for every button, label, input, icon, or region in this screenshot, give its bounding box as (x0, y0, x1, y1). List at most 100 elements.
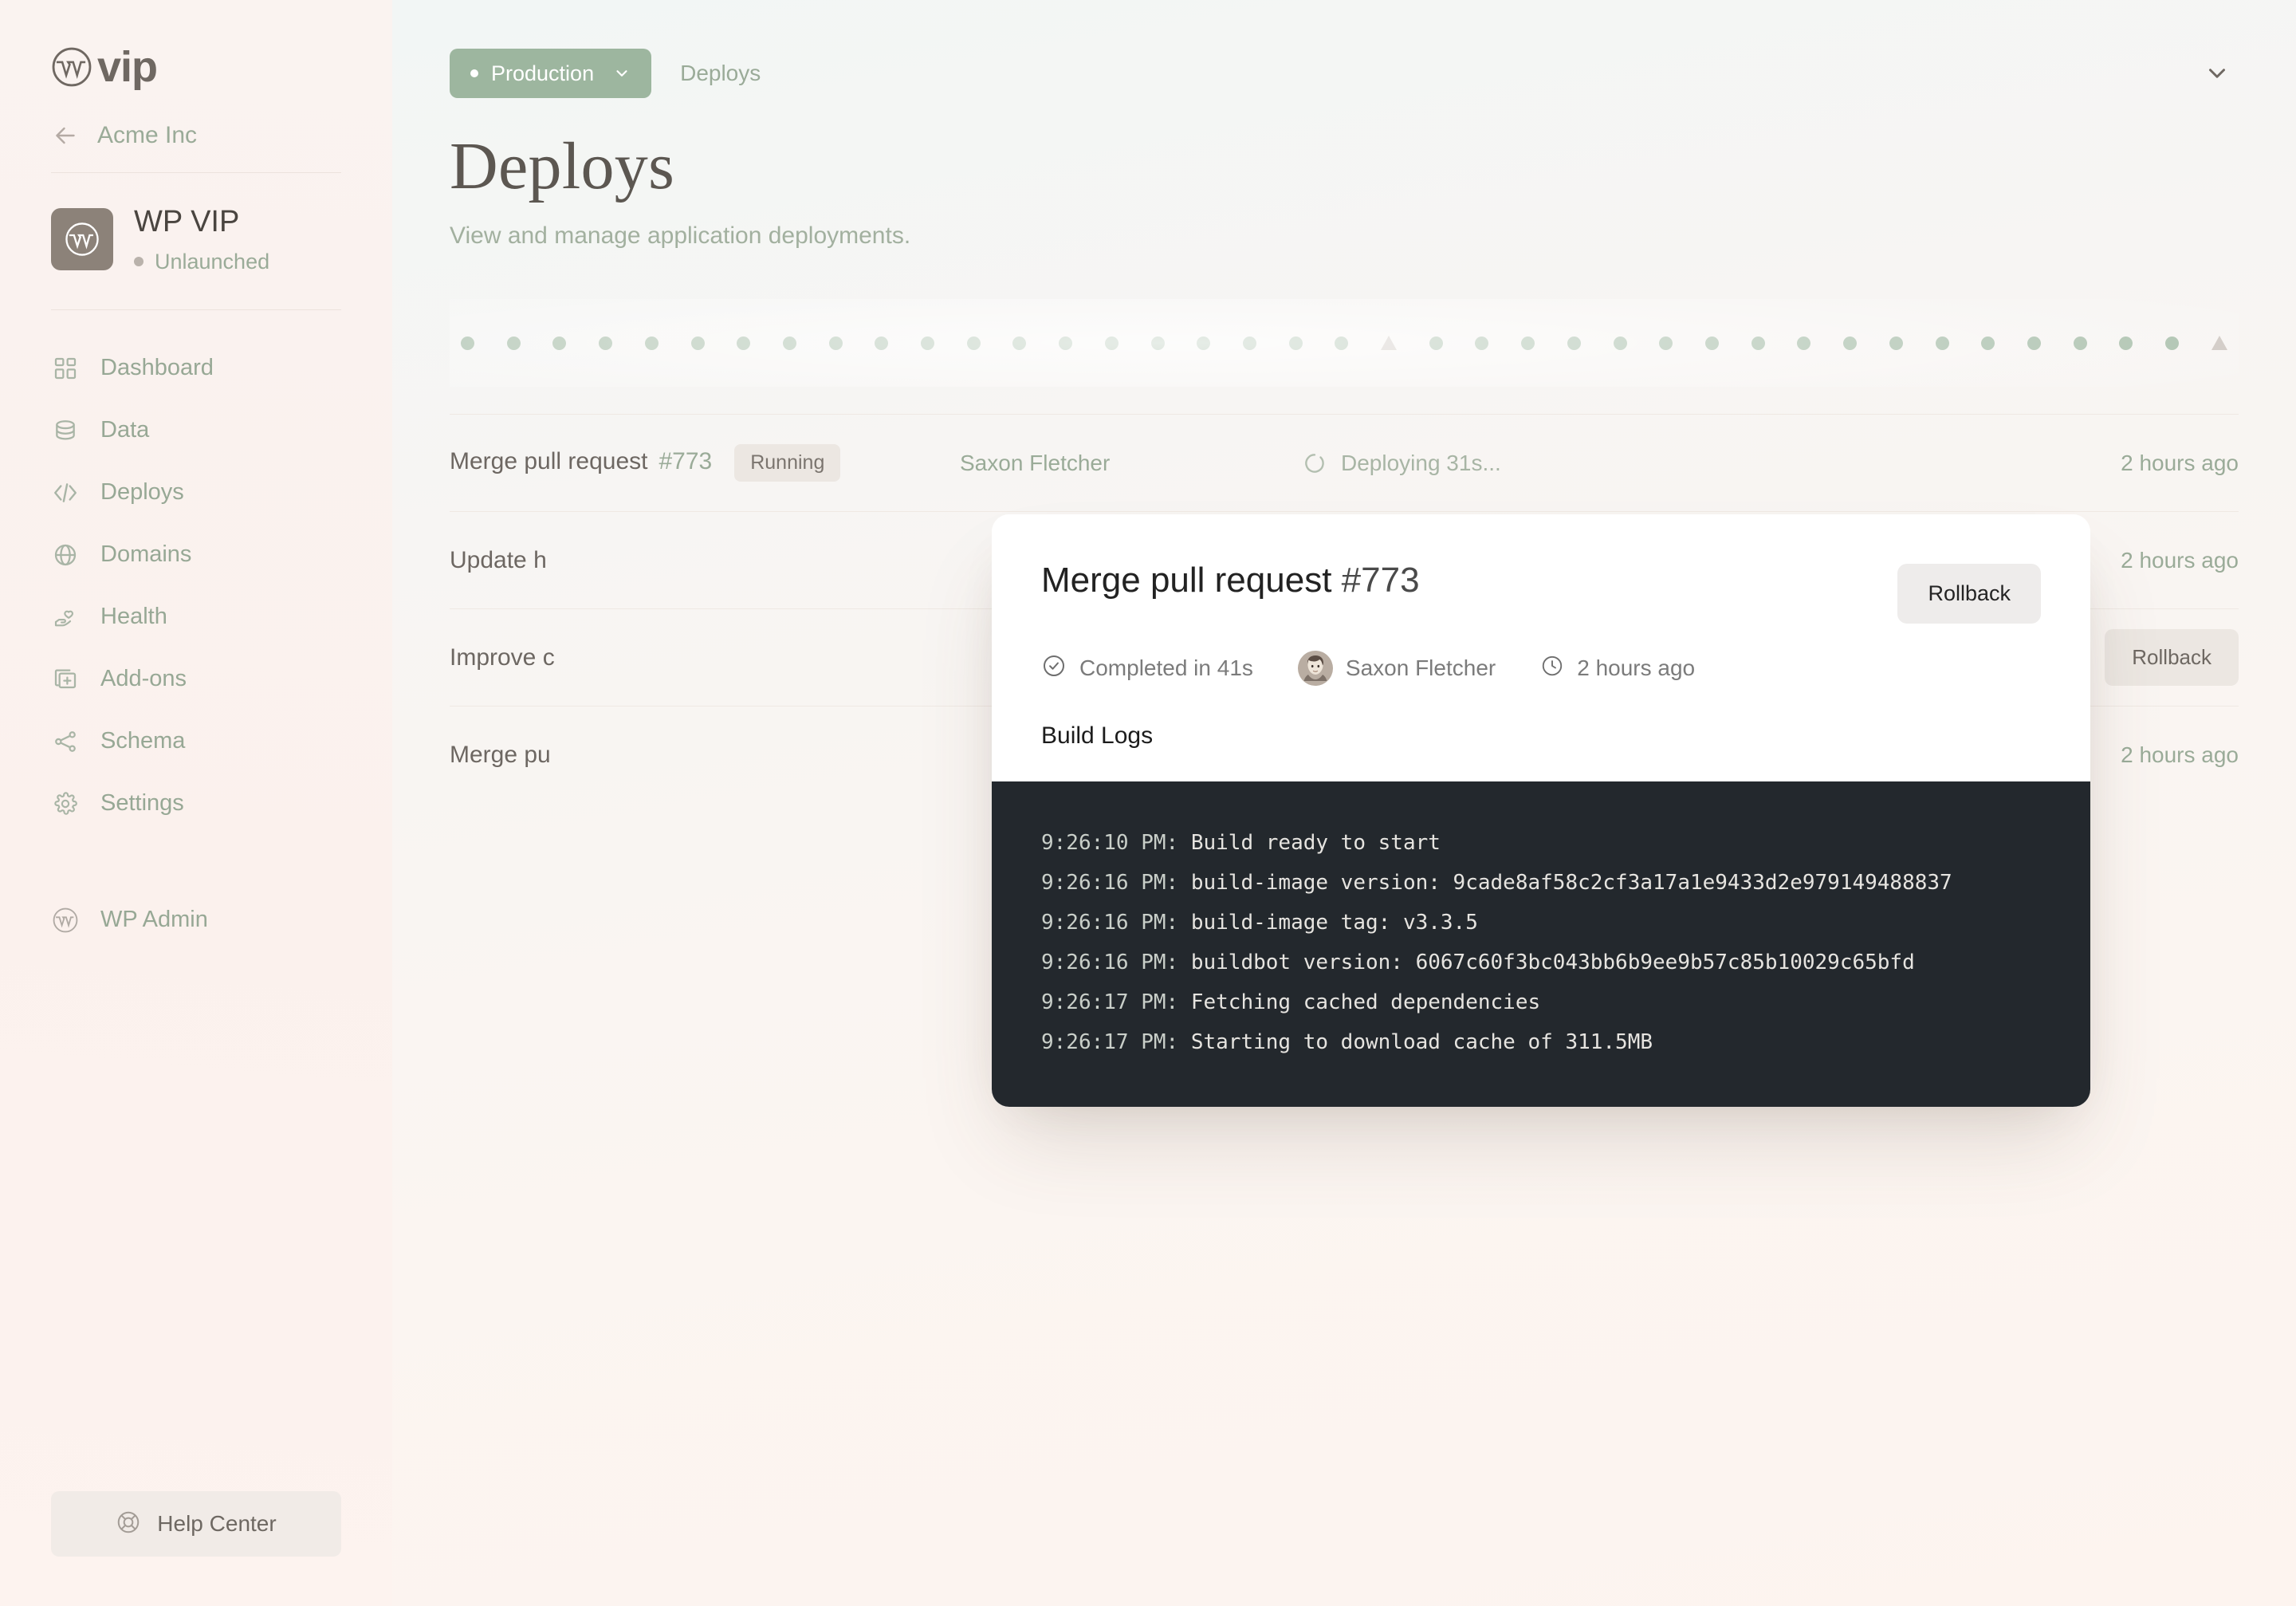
deploy-time: 2 hours ago (2121, 547, 2239, 573)
site-status-label: Unlaunched (155, 249, 270, 274)
back-to-org-button[interactable]: Acme Inc (51, 99, 341, 172)
timeline-dot-marker[interactable] (1197, 336, 1211, 350)
sidebar-item-label: Schema (100, 728, 186, 754)
sidebar-item-schema[interactable]: Schema (51, 710, 341, 773)
wordpress-icon (51, 906, 80, 935)
modal-title-text: Merge pull request (1041, 561, 1332, 600)
help-center-label: Help Center (157, 1511, 277, 1536)
timeline-dot-marker[interactable] (875, 336, 889, 350)
timeline-dot-marker[interactable] (1059, 336, 1073, 350)
log-line: 9:26:10 PM: Build ready to start (1041, 823, 2041, 863)
timeline-dot-marker[interactable] (1242, 336, 1256, 350)
timeline-dot-marker[interactable] (2119, 336, 2133, 350)
timeline-dot-marker[interactable] (828, 336, 843, 350)
sidebar-item-label: Add-ons (100, 666, 187, 692)
table-row[interactable]: Merge pull request #773 Running Saxon Fl… (450, 414, 2239, 511)
top-bar: Production Deploys (392, 0, 2296, 98)
timeline-dot-marker[interactable] (1521, 336, 1535, 350)
timeline-dot-marker[interactable] (1567, 336, 1581, 350)
breadcrumb[interactable]: Deploys (680, 61, 761, 86)
modal-author-name: Saxon Fletcher (1345, 655, 1496, 680)
timeline-dot-marker[interactable] (2027, 336, 2041, 350)
log-message: build-image tag: v3.3.5 (1178, 911, 1478, 935)
timeline-dot-marker[interactable] (782, 336, 796, 350)
timeline-dot-marker[interactable] (1935, 336, 1949, 350)
sidebar-item-deploys[interactable]: Deploys (51, 462, 341, 524)
timeline-dot-marker[interactable] (461, 336, 474, 350)
sidebar-item-label: Dashboard (100, 355, 214, 381)
deploy-timeline-markers (450, 299, 2239, 387)
timeline-triangle-marker[interactable] (2211, 336, 2227, 350)
timeline-dot-marker[interactable] (1704, 336, 1719, 350)
timeline-dot-marker[interactable] (644, 336, 659, 350)
deploy-title-text: Merge pu (450, 741, 551, 768)
rollback-button[interactable]: Rollback (2105, 629, 2239, 686)
timeline-dot-marker[interactable] (1797, 336, 1811, 350)
help-center-button[interactable]: Help Center (51, 1491, 341, 1557)
sidebar-item-label: Settings (100, 790, 184, 817)
log-message: Fetching cached dependencies (1178, 990, 1541, 1014)
timeline-dot-marker[interactable] (2073, 336, 2087, 350)
wpvip-logo[interactable]: vip (51, 0, 341, 91)
timeline-dot-marker[interactable] (737, 336, 751, 350)
site-name: WP VIP (134, 205, 240, 238)
sidebar-item-health[interactable]: Health (51, 586, 341, 648)
log-timestamp: 9:26:17 PM: (1041, 1030, 1179, 1054)
log-message: Build ready to start (1178, 831, 1441, 855)
sidebar-item-data[interactable]: Data (51, 400, 341, 462)
sidebar-item-add-ons[interactable]: Add-ons (51, 648, 341, 710)
timeline-dot-marker[interactable] (1751, 336, 1765, 350)
log-timestamp: 9:26:10 PM: (1041, 831, 1179, 855)
nodes-icon (51, 727, 80, 756)
app-root: vip Acme Inc WP VIP Unlaunched Dashboard… (0, 0, 2296, 1606)
log-message: Starting to download cache of 311.5MB (1178, 1030, 1653, 1054)
timeline-dot-marker[interactable] (966, 336, 981, 350)
clock-icon (1540, 654, 1564, 683)
timeline-dot-marker[interactable] (2165, 336, 2180, 350)
modal-time: 2 hours ago (1540, 654, 1695, 683)
sidebar-item-label: Data (100, 417, 150, 443)
sidebar-item-wp-admin[interactable]: WP Admin (51, 889, 341, 951)
timeline-dot-marker[interactable] (552, 336, 567, 350)
timeline-dot-marker[interactable] (1104, 336, 1119, 350)
timeline-dot-marker[interactable] (1889, 336, 1903, 350)
sidebar-item-dashboard[interactable]: Dashboard (51, 337, 341, 400)
status-badge: Running (734, 444, 841, 482)
log-line: 9:26:16 PM: build-image version: 9cade8a… (1041, 863, 2041, 903)
deploy-title-text: Improve c (450, 644, 555, 671)
deploy-title: Merge pu (450, 742, 960, 769)
sidebar: vip Acme Inc WP VIP Unlaunched Dashboard… (0, 0, 392, 1606)
environment-selector[interactable]: Production (450, 49, 652, 98)
timeline-dot-marker[interactable] (1150, 336, 1165, 350)
timeline-dot-marker[interactable] (599, 336, 613, 350)
timeline-dot-marker[interactable] (506, 336, 521, 350)
timeline-dot-marker[interactable] (1613, 336, 1627, 350)
timeline-dot-marker[interactable] (1981, 336, 1995, 350)
avatar (1297, 651, 1333, 686)
timeline-dot-marker[interactable] (1012, 336, 1027, 350)
modal-status-text: Completed in 41s (1079, 655, 1253, 680)
page-subtitle: View and manage application deployments. (450, 222, 911, 249)
heart-hand-icon (51, 603, 80, 632)
sidebar-item-settings[interactable]: Settings (51, 773, 341, 835)
wordpress-icon (51, 46, 92, 88)
chevron-down-icon[interactable] (2196, 52, 2239, 95)
modal-title: Merge pull request #773 (1041, 561, 1420, 600)
sidebar-item-domains[interactable]: Domains (51, 524, 341, 586)
check-circle-icon (1041, 653, 1067, 684)
timeline-dot-marker[interactable] (1659, 336, 1673, 350)
site-switcher[interactable]: WP VIP Unlaunched (51, 173, 341, 309)
back-label: Acme Inc (97, 122, 198, 148)
timeline-dot-marker[interactable] (1335, 336, 1349, 350)
timeline-triangle-marker[interactable] (1381, 336, 1398, 350)
build-logs-terminal[interactable]: 9:26:10 PM: Build ready to start 9:26:16 … (992, 781, 2090, 1107)
modal-rollback-button[interactable]: Rollback (1897, 564, 2041, 624)
timeline-dot-marker[interactable] (1429, 336, 1443, 350)
timeline-dot-marker[interactable] (1288, 336, 1303, 350)
log-timestamp: 9:26:16 PM: (1041, 951, 1179, 974)
timeline-dot-marker[interactable] (1475, 336, 1489, 350)
timeline-dot-marker[interactable] (921, 336, 935, 350)
timeline-dot-marker[interactable] (1843, 336, 1858, 350)
timeline-dot-marker[interactable] (690, 336, 705, 350)
